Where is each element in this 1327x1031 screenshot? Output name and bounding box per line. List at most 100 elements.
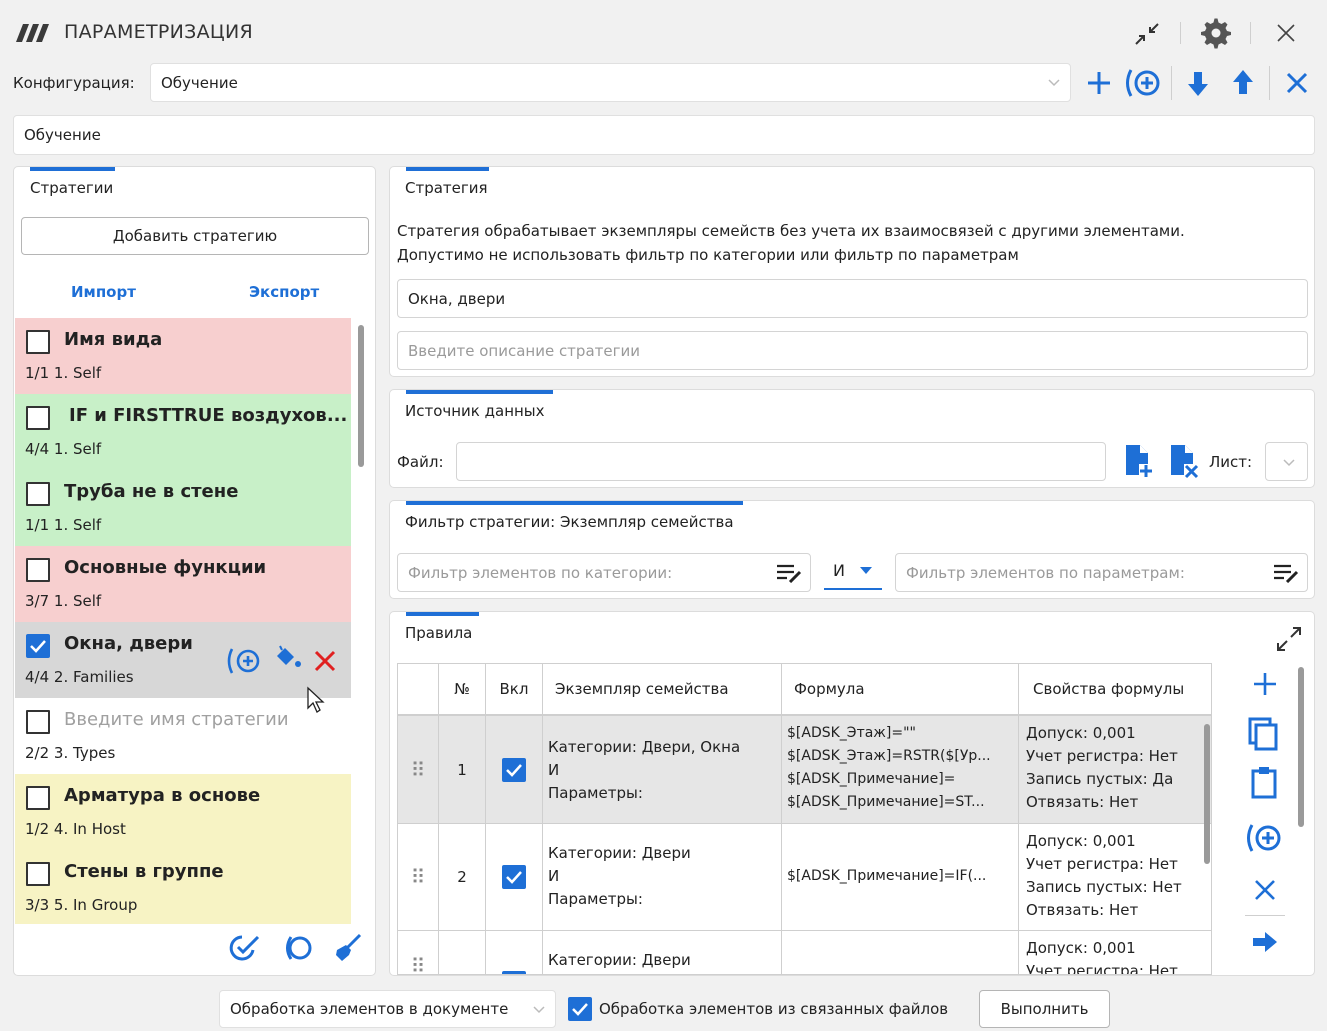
table-row[interactable]: ⠿ Категории: Двери Допуск: 0,001 Учет ре… <box>398 931 1211 974</box>
collapse-icon[interactable] <box>1133 21 1161 47</box>
config-name-input[interactable]: Обучение <box>13 115 1315 155</box>
drag-handle-icon[interactable]: ⠿ <box>398 931 439 974</box>
strategy-type: 5. In Group <box>53 896 138 914</box>
rule-formula[interactable]: $[ADSK_Этаж]="" $[ADSK_Этаж]=RSTR($[Ур..… <box>782 716 1019 823</box>
col-drag <box>398 664 439 716</box>
paint-bucket-icon[interactable] <box>273 644 303 672</box>
rule-properties[interactable]: Допуск: 0,001 Учет регистра: Нет Запись … <box>1019 824 1211 930</box>
rule-number: 2 <box>439 824 486 930</box>
strategy-description-input[interactable]: Введите описание стратегии <box>397 331 1308 370</box>
strategy-count: 4/4 <box>25 440 50 458</box>
strategies-scrollbar[interactable] <box>358 325 364 467</box>
filter-operator-select[interactable]: И <box>824 555 882 590</box>
strategy-name: Окна, двери <box>64 633 193 654</box>
rule-properties[interactable]: Допуск: 0,001 Учет регистра: Нет Запись … <box>1019 716 1211 823</box>
rule-properties[interactable]: Допуск: 0,001 Учет регистра: Нет <box>1019 931 1211 974</box>
delete-rule-icon[interactable] <box>1253 878 1277 902</box>
linked-files-label[interactable]: Обработка элементов из связанных файлов <box>599 1000 948 1018</box>
strategy-item[interactable]: IF и FIRSTTRUE воздухов... 4/4 1. Self <box>15 394 351 470</box>
expand-icon[interactable] <box>1275 625 1303 653</box>
import-link[interactable]: Импорт <box>71 283 136 301</box>
copy-rule-icon[interactable] <box>1248 717 1280 751</box>
rule-enabled-checkbox[interactable] <box>502 865 526 889</box>
rules-table: № Вкл Экземпляр семейства Формула Свойст… <box>397 663 1212 975</box>
table-scrollbar[interactable] <box>1204 724 1210 864</box>
export-link[interactable]: Экспорт <box>249 283 319 301</box>
parameter-filter-input[interactable]: Фильтр элементов по параметрам: <box>895 553 1308 592</box>
delete-strategy-icon[interactable] <box>313 649 337 673</box>
processing-mode-select[interactable]: Обработка элементов в документе <box>219 990 556 1028</box>
strategy-item[interactable]: Введите имя стратегии 2/2 3. Types <box>15 698 351 774</box>
edit-filter-icon[interactable] <box>776 563 802 583</box>
strategy-checkbox[interactable] <box>26 482 50 506</box>
arrow-right-icon[interactable] <box>1251 930 1279 954</box>
table-row[interactable]: ⠿ 2 Категории: Двери И Параметры: $[ADSK… <box>398 824 1211 931</box>
rule-enabled-checkbox[interactable] <box>502 971 526 974</box>
strategy-checkbox[interactable] <box>26 330 50 354</box>
edit-filter-icon[interactable] <box>1273 563 1299 583</box>
strategy-type: 1. Self <box>53 592 102 610</box>
strategy-checkbox[interactable] <box>26 786 50 810</box>
add-strategy-button[interactable]: Добавить стратегию <box>21 217 369 255</box>
add-circle-config-icon[interactable] <box>1124 67 1164 99</box>
arrow-down-icon[interactable] <box>1186 70 1210 98</box>
run-button[interactable]: Выполнить <box>979 990 1110 1028</box>
category-filter-input[interactable]: Фильтр элементов по категории: <box>397 553 811 592</box>
add-config-icon[interactable] <box>1086 70 1112 96</box>
strategy-item-selected[interactable]: Окна, двери 4/4 2. Families <box>15 622 351 698</box>
drag-handle-icon[interactable]: ⠿ <box>398 824 439 930</box>
linked-files-checkbox[interactable] <box>568 997 592 1021</box>
remove-file-icon[interactable] <box>1169 443 1201 479</box>
strategy-checkbox[interactable] <box>26 862 50 886</box>
file-input[interactable] <box>456 442 1106 481</box>
strategy-item[interactable]: Основные функции 3/7 1. Self <box>15 546 351 622</box>
col-instance[interactable]: Экземпляр семейства <box>543 664 782 716</box>
check-all-icon[interactable] <box>228 933 262 963</box>
rule-instance[interactable]: Категории: Двери <box>543 931 782 974</box>
strategy-checkbox[interactable] <box>26 558 50 582</box>
close-window-icon[interactable] <box>1275 22 1297 44</box>
col-formula[interactable]: Формула <box>782 664 1019 716</box>
gear-icon[interactable] <box>1200 17 1232 49</box>
strategy-item[interactable]: Труба не в стене 1/1 1. Self <box>15 470 351 546</box>
config-select[interactable]: Обучение <box>150 63 1071 102</box>
duplicate-rule-icon[interactable] <box>1245 822 1285 854</box>
sheet-select[interactable] <box>1265 442 1308 481</box>
strategy-name-value: Окна, двери <box>408 289 506 308</box>
arrow-up-icon[interactable] <box>1231 68 1255 96</box>
strategy-name-placeholder[interactable]: Введите имя стратегии <box>64 709 289 730</box>
rule-formula[interactable]: $[ADSK_Примечание]=IF(... <box>782 824 1019 930</box>
strategy-type: 1. Self <box>53 440 102 458</box>
rules-title: Правила <box>405 624 473 642</box>
strategy-type: 4. In Host <box>53 820 126 838</box>
category-filter-placeholder: Фильтр элементов по категории: <box>408 563 673 582</box>
paste-rule-icon[interactable] <box>1250 766 1280 800</box>
strategy-name-input[interactable]: Окна, двери <box>397 279 1308 318</box>
processing-mode-value: Обработка элементов в документе <box>230 1000 509 1018</box>
rule-number <box>439 931 486 974</box>
add-file-icon[interactable] <box>1124 443 1154 479</box>
strategy-checkbox[interactable] <box>26 406 50 430</box>
strategy-item[interactable]: Стены в группе 3/3 5. In Group <box>15 850 351 924</box>
rule-enabled-checkbox[interactable] <box>502 758 526 782</box>
add-rule-icon[interactable] <box>1253 672 1277 696</box>
table-row[interactable]: ⠿ 1 Категории: Двери, Окна И Параметры: … <box>398 716 1211 824</box>
col-properties[interactable]: Свойства формулы <box>1019 664 1211 716</box>
col-number[interactable]: № <box>439 664 486 716</box>
clean-broom-icon[interactable] <box>333 933 363 963</box>
drag-handle-icon[interactable]: ⠿ <box>398 716 439 823</box>
strategy-item[interactable]: Имя вида 1/1 1. Self <box>15 318 351 394</box>
rules-toolbar-scrollbar[interactable] <box>1298 667 1304 827</box>
strategy-title: Стратегия <box>405 179 488 197</box>
rule-formula[interactable] <box>782 931 1019 974</box>
strategy-checkbox[interactable] <box>26 634 50 658</box>
strategy-checkbox[interactable] <box>26 710 50 734</box>
rule-instance[interactable]: Категории: Двери, Окна И Параметры: <box>543 716 782 823</box>
strategy-item[interactable]: Арматура в основе 1/2 4. In Host <box>15 774 351 850</box>
delete-config-icon[interactable] <box>1285 71 1309 95</box>
uncheck-all-icon[interactable] <box>282 933 314 963</box>
duplicate-strategy-icon[interactable] <box>226 646 266 676</box>
config-label: Конфигурация: <box>13 74 135 92</box>
rule-instance[interactable]: Категории: Двери И Параметры: <box>543 824 782 930</box>
col-enabled[interactable]: Вкл <box>486 664 543 716</box>
